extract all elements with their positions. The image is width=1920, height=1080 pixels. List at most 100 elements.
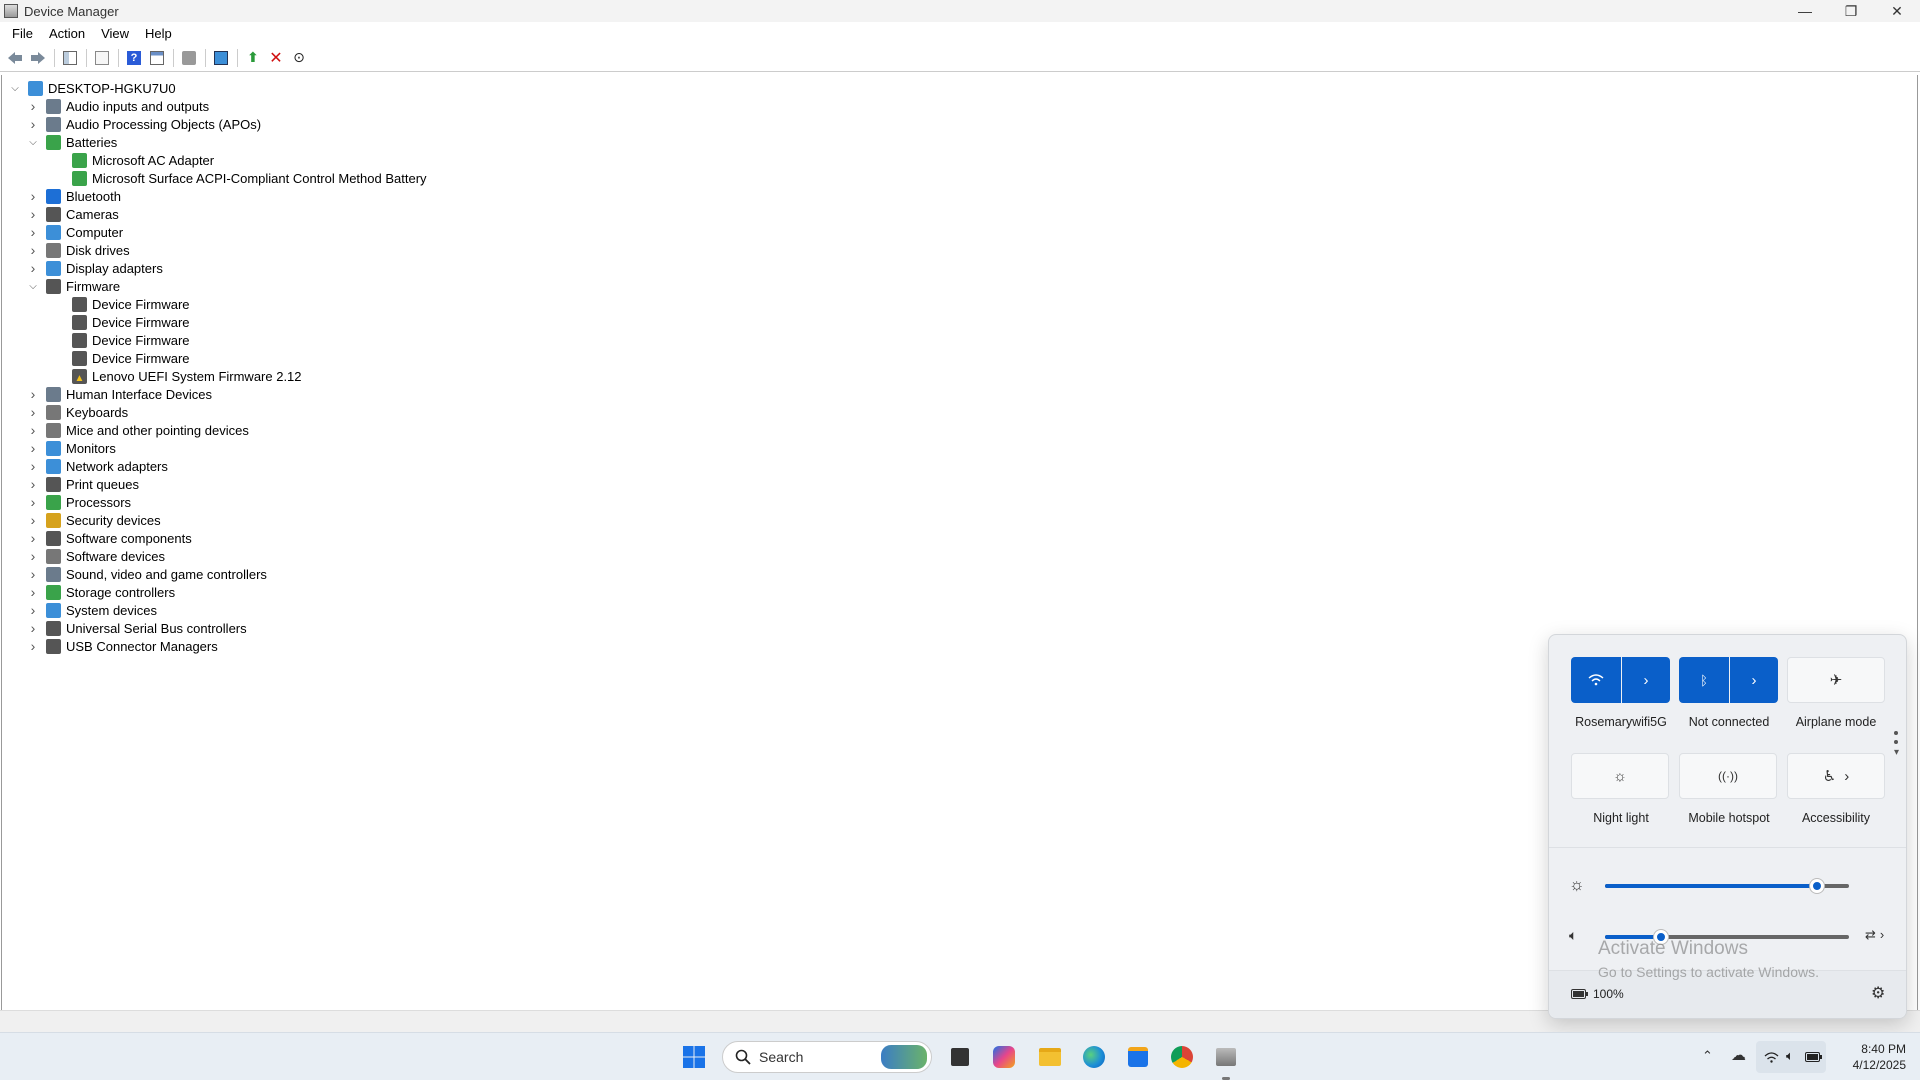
tree-device[interactable]: Device Firmware: [46, 331, 190, 349]
tree-category[interactable]: › System devices: [26, 601, 157, 619]
tree-category[interactable]: › Storage controllers: [26, 583, 175, 601]
tree-device[interactable]: ▲ Lenovo UEFI System Firmware 2.12: [46, 367, 302, 385]
tree-device[interactable]: Device Firmware: [46, 313, 190, 331]
chevron-right-icon[interactable]: ›: [26, 512, 40, 528]
page-indicator[interactable]: ▾: [1894, 731, 1900, 758]
chevron-right-icon[interactable]: ›: [26, 476, 40, 492]
airplane-mode-toggle[interactable]: ✈: [1787, 657, 1885, 703]
chevron-right-icon[interactable]: ›: [26, 584, 40, 600]
tree-category[interactable]: › Keyboards: [26, 403, 129, 421]
back-button[interactable]: [4, 47, 26, 69]
tree-root[interactable]: ⌵ DESKTOP-HGKU7U0: [8, 79, 176, 97]
chevron-right-icon[interactable]: ›: [26, 458, 40, 474]
tree-category[interactable]: › Print queues: [26, 475, 139, 493]
tree-category[interactable]: › Sound, video and game controllers: [26, 565, 267, 583]
tree-device[interactable]: Device Firmware: [46, 295, 190, 313]
tree-category[interactable]: › Human Interface Devices: [26, 385, 212, 403]
menu-view[interactable]: View: [93, 26, 137, 41]
wifi-toggle[interactable]: [1571, 657, 1621, 703]
tree-category[interactable]: › Software components: [26, 529, 192, 547]
chevron-right-icon[interactable]: ›: [26, 188, 40, 204]
tree-device[interactable]: Microsoft AC Adapter: [46, 151, 214, 169]
chevron-right-icon[interactable]: ›: [26, 224, 40, 240]
taskbar-device-manager[interactable]: [1212, 1043, 1240, 1071]
taskbar-task-view[interactable]: [946, 1043, 974, 1071]
tree-category[interactable]: › Software devices: [26, 547, 165, 565]
battery-status[interactable]: 100%: [1571, 987, 1624, 1001]
tree-category[interactable]: › Disk drives: [26, 241, 130, 259]
chevron-right-icon[interactable]: ›: [26, 530, 40, 546]
tree-category[interactable]: › Audio inputs and outputs: [26, 97, 209, 115]
tree-device[interactable]: Microsoft Surface ACPI-Compliant Control…: [46, 169, 427, 187]
help-button[interactable]: ?: [123, 47, 145, 69]
forward-button[interactable]: [27, 47, 49, 69]
tray-overflow-chevron-icon[interactable]: ⌃: [1702, 1048, 1713, 1064]
taskbar-chrome[interactable]: [1168, 1043, 1196, 1071]
taskbar-edge[interactable]: [1080, 1043, 1108, 1071]
chevron-right-icon[interactable]: ›: [26, 404, 40, 420]
chevron-down-icon[interactable]: ⌵: [26, 279, 40, 293]
tree-category[interactable]: › Cameras: [26, 205, 119, 223]
quick-settings-tray-button[interactable]: 🔈︎: [1756, 1041, 1826, 1073]
chevron-right-icon[interactable]: ›: [26, 566, 40, 582]
taskbar-search-box[interactable]: Search: [722, 1041, 932, 1073]
menu-help[interactable]: Help: [137, 26, 180, 41]
tree-category[interactable]: › Computer: [26, 223, 123, 241]
close-button[interactable]: ✕: [1874, 0, 1920, 22]
properties-button[interactable]: [91, 47, 113, 69]
chevron-right-icon[interactable]: ›: [26, 620, 40, 636]
tree-category[interactable]: › Network adapters: [26, 457, 168, 475]
chevron-right-icon[interactable]: ›: [26, 440, 40, 456]
audio-output-button[interactable]: ⇄ ›: [1865, 927, 1884, 943]
tree-category[interactable]: › Processors: [26, 493, 131, 511]
tree-category[interactable]: › USB Connector Managers: [26, 637, 218, 655]
settings-gear-icon[interactable]: ⚙: [1871, 983, 1885, 1003]
chevron-right-icon[interactable]: ›: [26, 206, 40, 222]
chevron-right-icon[interactable]: ›: [26, 548, 40, 564]
tree-category[interactable]: ⌵ Batteries: [26, 133, 117, 151]
tree-category[interactable]: › Universal Serial Bus controllers: [26, 619, 247, 637]
taskbar-copilot[interactable]: [990, 1043, 1018, 1071]
taskbar-store[interactable]: [1124, 1043, 1152, 1071]
menu-file[interactable]: File: [4, 26, 41, 41]
chevron-right-icon[interactable]: ›: [26, 242, 40, 258]
tree-category[interactable]: › Security devices: [26, 511, 161, 529]
chevron-right-icon[interactable]: ›: [26, 602, 40, 618]
bluetooth-expand-button[interactable]: ›: [1730, 657, 1778, 703]
tree-category[interactable]: ⌵ Firmware: [26, 277, 120, 295]
chevron-down-icon[interactable]: ⌵: [26, 135, 40, 149]
brightness-slider-thumb[interactable]: [1810, 879, 1825, 893]
chevron-down-icon[interactable]: ⌵: [8, 81, 22, 95]
menu-action[interactable]: Action: [41, 26, 93, 41]
bluetooth-toggle[interactable]: ᛒ: [1679, 657, 1729, 703]
taskbar-file-explorer[interactable]: [1036, 1043, 1064, 1071]
night-light-toggle[interactable]: ☼: [1571, 753, 1669, 799]
taskbar-clock[interactable]: 8:40 PM 4/12/2025: [1853, 1041, 1906, 1073]
uninstall-device-button[interactable]: ✕: [265, 47, 287, 69]
tree-device[interactable]: Device Firmware: [46, 349, 190, 367]
tree-category[interactable]: › Bluetooth: [26, 187, 121, 205]
minimize-button[interactable]: —: [1782, 0, 1828, 22]
disable-device-button[interactable]: ⊙: [288, 47, 310, 69]
update-driver-button[interactable]: ⬆: [242, 47, 264, 69]
show-hide-console-tree-button[interactable]: [59, 47, 81, 69]
start-button[interactable]: [680, 1043, 708, 1071]
tree-category[interactable]: › Mice and other pointing devices: [26, 421, 249, 439]
chevron-right-icon[interactable]: ›: [26, 386, 40, 402]
tree-category[interactable]: › Display adapters: [26, 259, 163, 277]
mobile-hotspot-toggle[interactable]: ((·)): [1679, 753, 1777, 799]
wifi-expand-button[interactable]: ›: [1622, 657, 1670, 703]
tree-category[interactable]: › Audio Processing Objects (APOs): [26, 115, 261, 133]
chevron-right-icon[interactable]: ›: [26, 422, 40, 438]
scan-hardware-button[interactable]: [210, 47, 232, 69]
print-button[interactable]: [178, 47, 200, 69]
tree-category[interactable]: › Monitors: [26, 439, 116, 457]
chevron-right-icon[interactable]: ›: [26, 494, 40, 510]
chevron-right-icon[interactable]: ›: [26, 98, 40, 114]
chevron-right-icon[interactable]: ›: [26, 260, 40, 276]
show-action-pane-button[interactable]: [146, 47, 168, 69]
chevron-right-icon[interactable]: ›: [26, 116, 40, 132]
restore-button[interactable]: ❐: [1828, 0, 1874, 22]
onedrive-icon[interactable]: ☁: [1731, 1046, 1746, 1064]
accessibility-button[interactable]: ♿ ›: [1787, 753, 1885, 799]
